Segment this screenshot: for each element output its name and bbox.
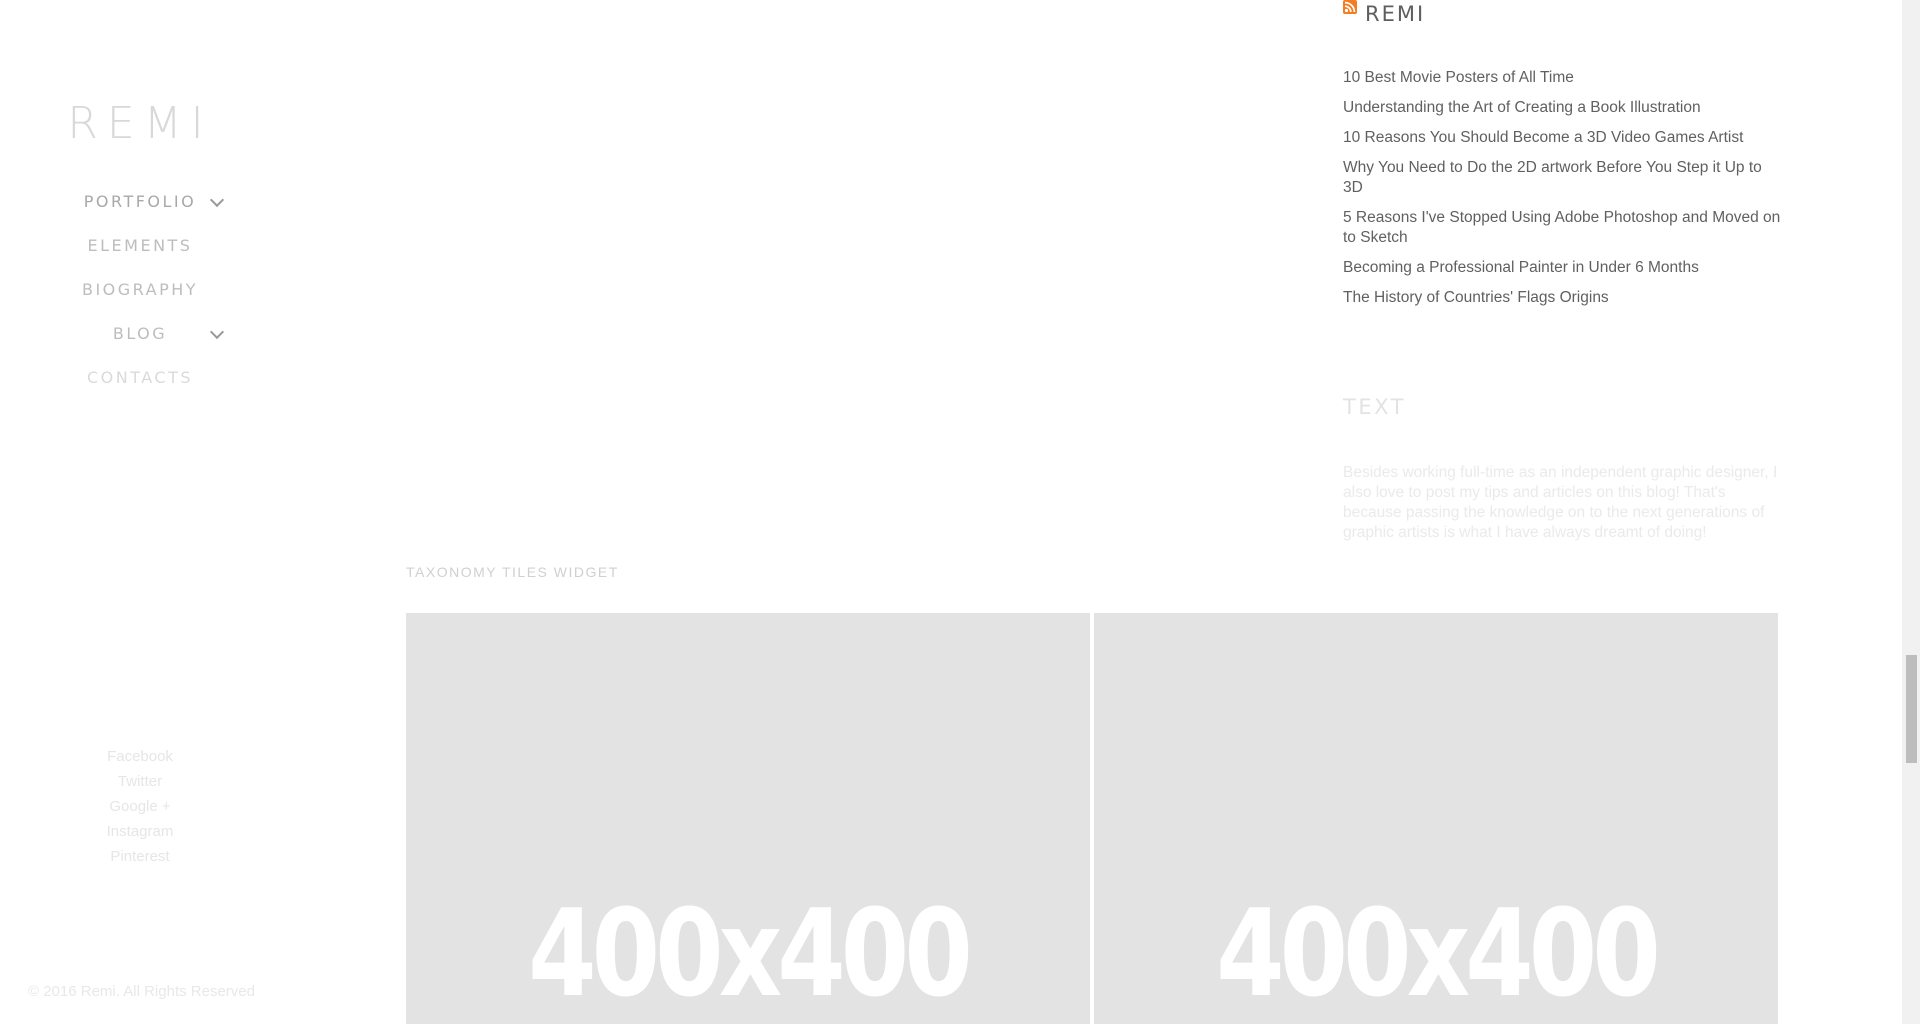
social-link-pinterest[interactable]: Pinterest	[0, 847, 280, 872]
rss-post-list: 10 Best Movie Posters of All Time Unders…	[1343, 68, 1783, 318]
nav-item-label: BIOGRAPHY	[81, 280, 199, 299]
scrollbar-thumb[interactable]	[1906, 655, 1917, 763]
copyright-text: © 2016 Remi. All Rights Reserved	[28, 983, 255, 1000]
rss-icon[interactable]	[1343, 0, 1357, 14]
rss-post-link[interactable]: 5 Reasons I've Stopped Using Adobe Photo…	[1343, 208, 1783, 248]
tile-placeholder-label: 400x400	[1216, 885, 1661, 1024]
rss-post-link[interactable]: Understanding the Art of Creating a Book…	[1343, 98, 1783, 118]
page-scrollbar[interactable]	[1902, 0, 1920, 1024]
nav-item-biography[interactable]: BIOGRAPHY	[0, 278, 280, 322]
social-link-facebook[interactable]: Facebook	[0, 747, 280, 772]
rss-widget-title[interactable]: REMI	[1365, 2, 1425, 26]
nav-item-label: ELEMENTS	[87, 236, 193, 255]
social-link-google-plus[interactable]: Google +	[0, 797, 280, 822]
nav-item-portfolio[interactable]: PORTFOLIO	[0, 190, 280, 234]
taxonomy-tiles: 400x400 400x400	[406, 613, 1778, 1024]
nav-item-label: CONTACTS	[86, 368, 194, 387]
chevron-down-icon[interactable]	[209, 324, 225, 340]
nav-item-blog[interactable]: BLOG	[0, 322, 280, 366]
sidebar: REMI PORTFOLIO ELEMENTS BIOGRAPHY BLOG C…	[0, 0, 280, 1024]
nav-item-label: PORTFOLIO	[83, 192, 197, 211]
rss-post-link[interactable]: 10 Reasons You Should Become a 3D Video …	[1343, 128, 1783, 148]
social-links: Facebook Twitter Google + Instagram Pint…	[0, 747, 280, 872]
rss-post-link[interactable]: Why You Need to Do the 2D artwork Before…	[1343, 158, 1783, 198]
chevron-down-icon[interactable]	[209, 192, 225, 208]
social-link-twitter[interactable]: Twitter	[0, 772, 280, 797]
main-nav: PORTFOLIO ELEMENTS BIOGRAPHY BLOG CONTAC…	[0, 190, 280, 410]
rss-post-link[interactable]: Becoming a Professional Painter in Under…	[1343, 258, 1783, 278]
nav-item-elements[interactable]: ELEMENTS	[0, 234, 280, 278]
taxonomy-tile[interactable]: 400x400	[1094, 613, 1778, 1024]
social-link-instagram[interactable]: Instagram	[0, 822, 280, 847]
rss-post-link[interactable]: 10 Best Movie Posters of All Time	[1343, 68, 1783, 88]
nav-item-contacts[interactable]: CONTACTS	[0, 366, 280, 410]
text-widget-title: TEXT	[1343, 395, 1406, 419]
taxonomy-tile[interactable]: 400x400	[406, 613, 1090, 1024]
rss-post-link[interactable]: The History of Countries' Flags Origins	[1343, 288, 1783, 308]
taxonomy-widget-title: TAXONOMY TILES WIDGET	[406, 564, 619, 580]
text-widget-body: Besides working full-time as an independ…	[1343, 464, 1778, 541]
site-logo[interactable]: REMI	[0, 98, 280, 149]
nav-item-label: BLOG	[112, 324, 168, 343]
tile-placeholder-label: 400x400	[528, 885, 973, 1024]
